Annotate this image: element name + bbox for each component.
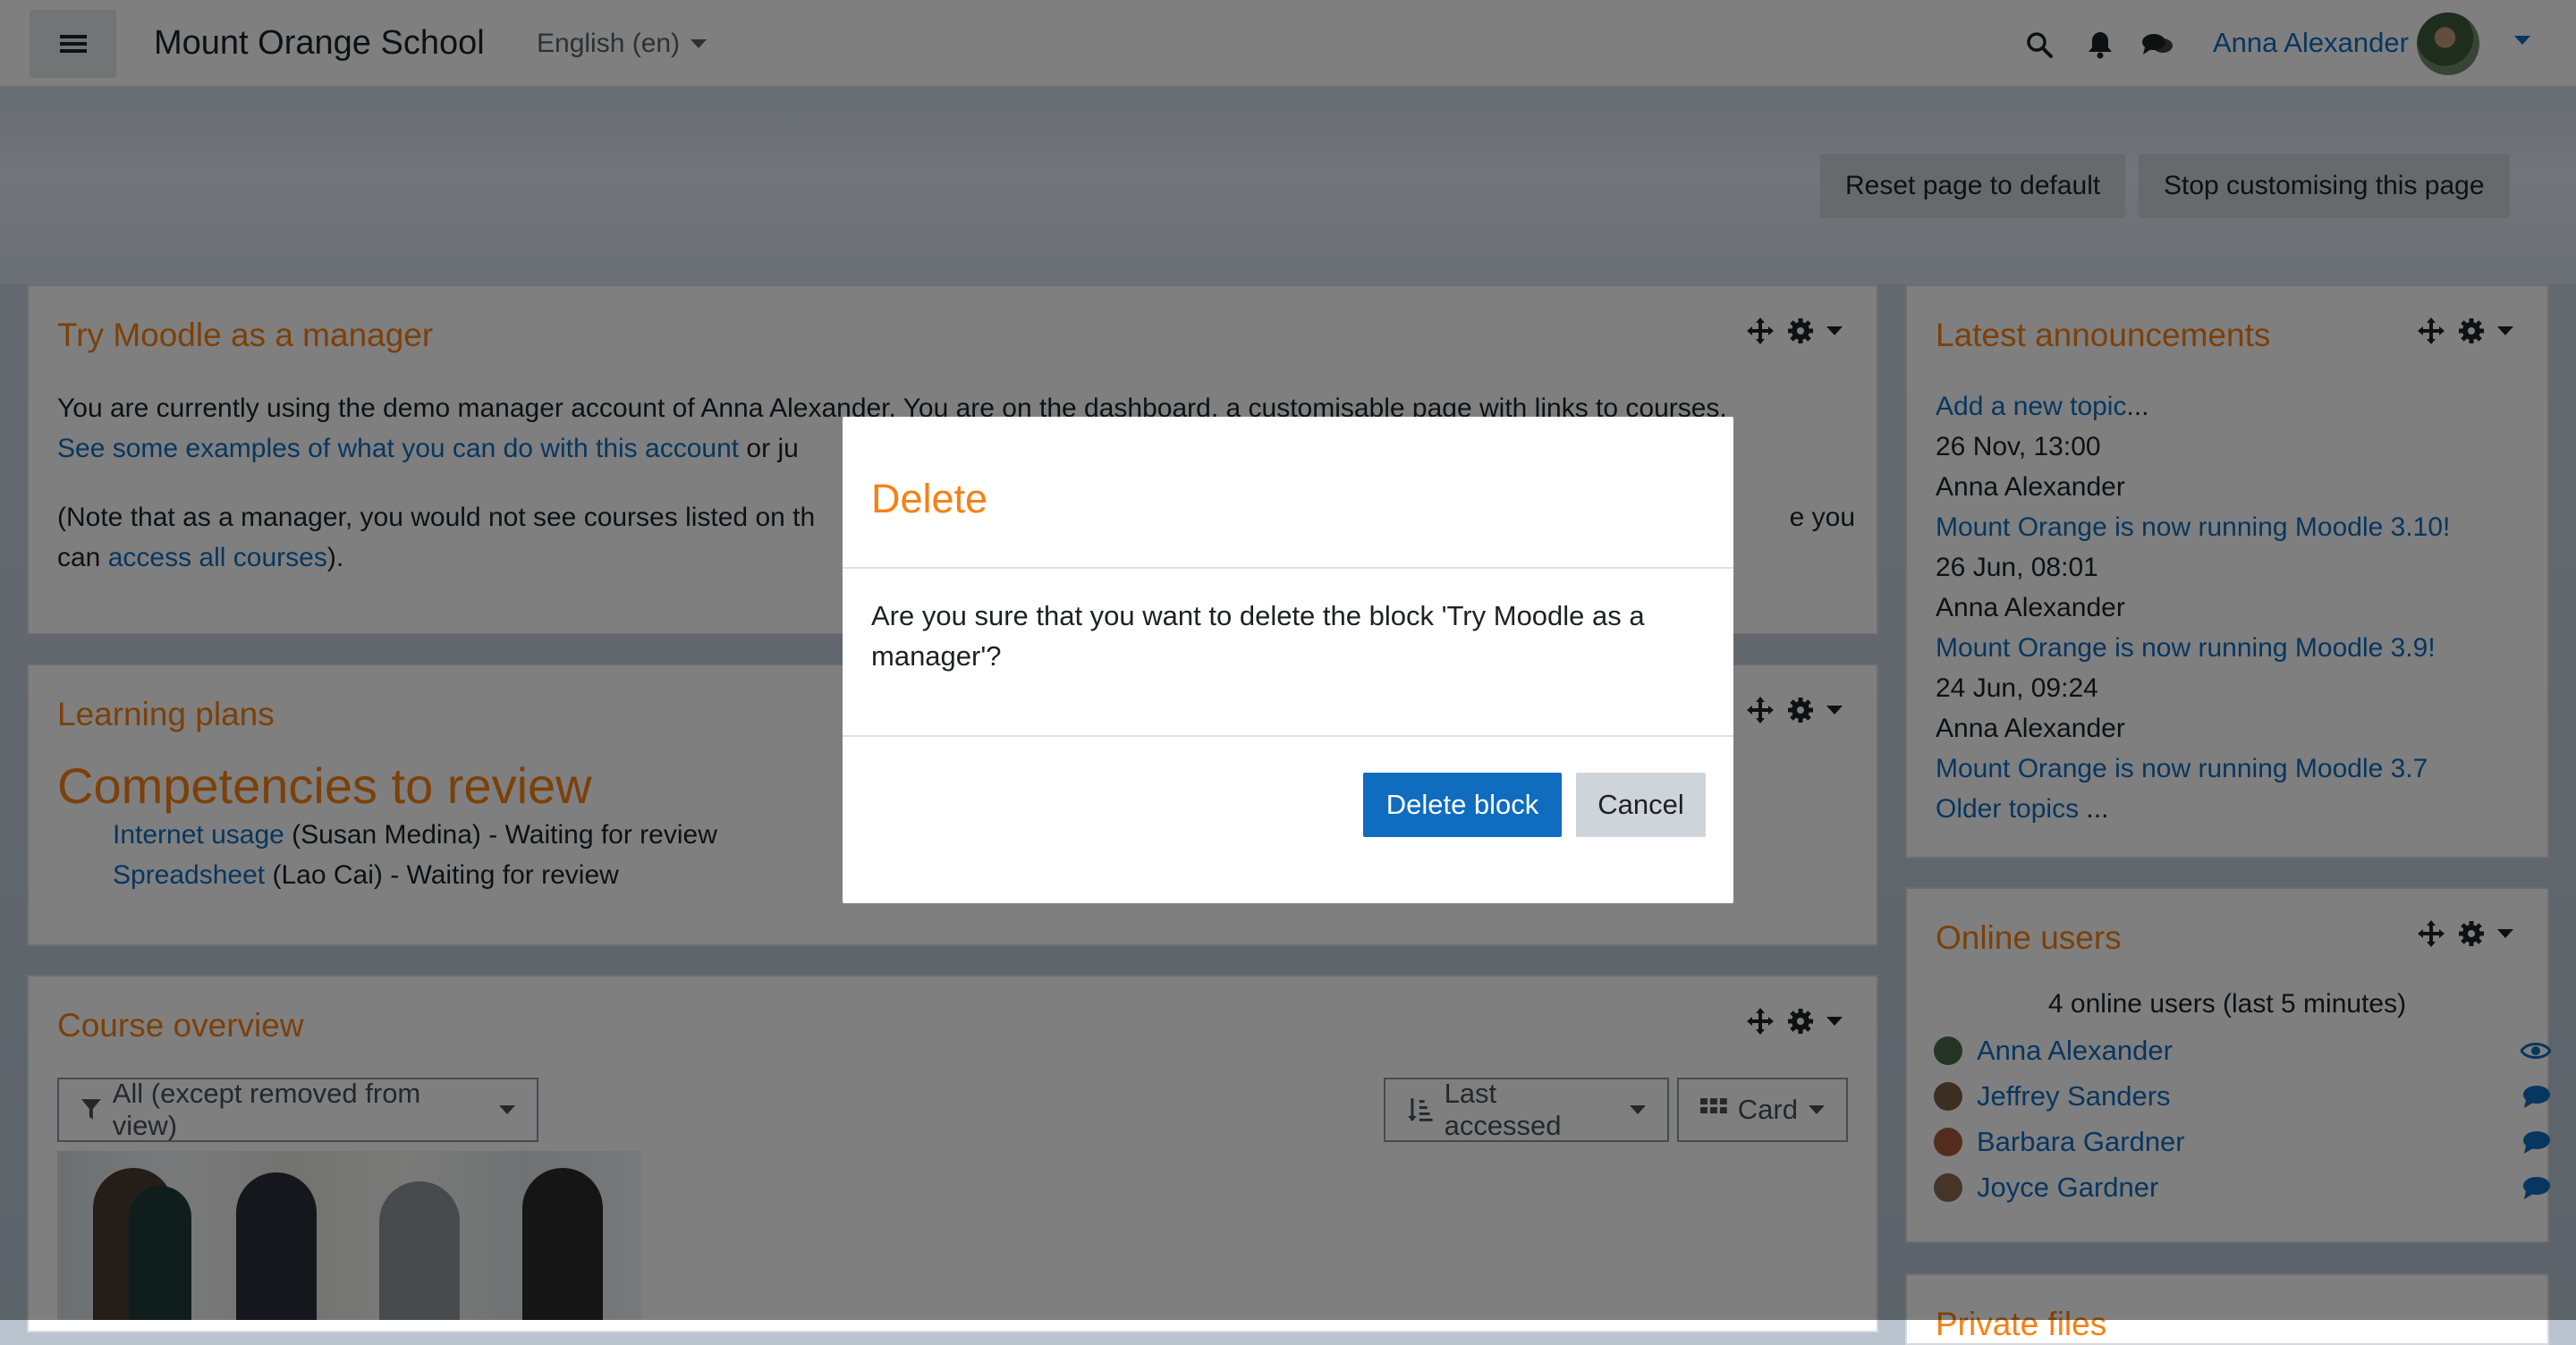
divider [843, 567, 1733, 569]
delete-dialog: Delete Are you sure that you want to del… [843, 417, 1733, 903]
delete-block-button[interactable]: Delete block [1363, 773, 1562, 837]
dialog-message: Are you sure that you want to delete the… [871, 600, 1645, 672]
cancel-button[interactable]: Cancel [1576, 773, 1706, 837]
dialog-title: Delete [871, 476, 988, 521]
divider [843, 735, 1733, 737]
